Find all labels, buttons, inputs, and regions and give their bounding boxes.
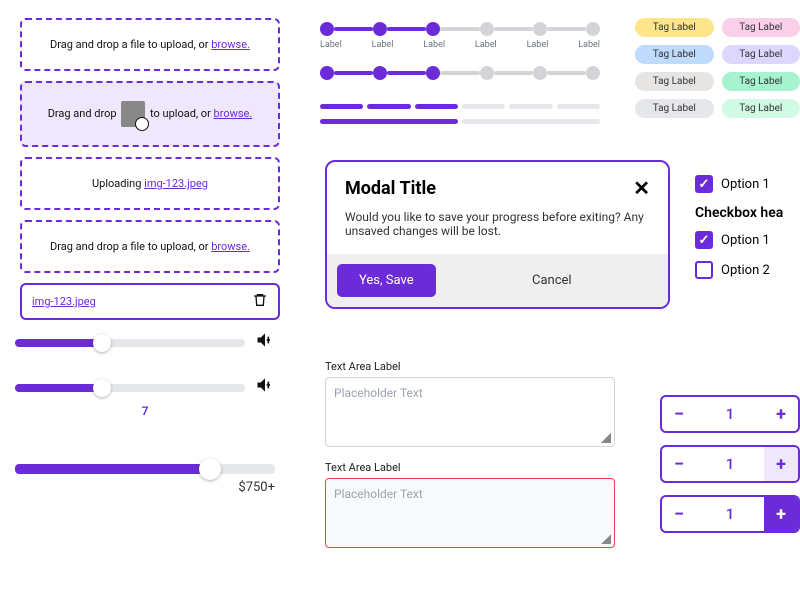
tag-yellow[interactable]: Tag Label (635, 18, 714, 37)
file-name[interactable]: img-123.jpeg (32, 295, 96, 308)
number-stepper-3: − 1 + (660, 495, 800, 533)
stepper-value: 1 (696, 405, 764, 423)
dropzone-uploading: Uploading img-123.jpeg (20, 157, 280, 210)
textarea-label-2: Text Area Label (325, 461, 615, 474)
volume-icon[interactable] (255, 375, 275, 400)
checkbox-icon (695, 231, 713, 249)
checkbox-option-2[interactable]: Option 2 (695, 261, 800, 279)
tag-purple[interactable]: Tag Label (722, 45, 800, 64)
dropzone-hover[interactable]: Drag and drop to upload, or browse. (20, 81, 280, 147)
number-stepper-1: − 1 + (660, 395, 800, 433)
tag-pink[interactable]: Tag Label (722, 18, 800, 37)
uploading-text: Uploading (92, 177, 144, 190)
uploaded-file-row: img-123.jpeg (20, 283, 280, 320)
segmented-progress (320, 104, 600, 109)
modal-dialog: Modal Title ✕ Would you like to save you… (325, 160, 670, 309)
close-icon[interactable]: ✕ (633, 176, 650, 200)
dropzone-default[interactable]: Drag and drop a file to upload, or brows… (20, 18, 280, 71)
slider-value-label: 7 (15, 404, 275, 418)
tag-mint[interactable]: Tag Label (722, 99, 800, 118)
plus-button[interactable]: + (764, 397, 798, 431)
textarea-error[interactable]: Placeholder Text (325, 478, 615, 548)
browse-link[interactable]: browse. (211, 38, 250, 51)
file-icon (121, 101, 145, 127)
checkbox-heading: Checkbox hea (695, 205, 800, 221)
save-button[interactable]: Yes, Save (337, 264, 436, 297)
volume-icon[interactable] (255, 330, 275, 355)
modal-body: Would you like to save your progress bef… (327, 206, 668, 254)
plus-button[interactable]: + (764, 447, 798, 481)
segmented-progress-2 (320, 119, 600, 124)
browse-link[interactable]: browse. (211, 240, 250, 253)
price-slider[interactable] (15, 464, 275, 474)
price-label: $750+ (15, 480, 275, 495)
checkbox-icon (695, 175, 713, 193)
minus-button[interactable]: − (662, 447, 696, 481)
tag-blue[interactable]: Tag Label (635, 45, 714, 64)
dropzone-default-2[interactable]: Drag and drop a file to upload, or brows… (20, 220, 280, 273)
tag-gray[interactable]: Tag Label (635, 99, 714, 118)
step-progress-1[interactable] (320, 22, 600, 36)
step-progress-2[interactable] (320, 66, 600, 80)
tag-teal[interactable]: Tag Label (722, 72, 800, 91)
checkbox-option-1b[interactable]: Option 1 (695, 231, 800, 249)
dropzone-text: Drag and drop (48, 107, 120, 120)
trash-icon[interactable] (252, 292, 268, 311)
plus-button[interactable]: + (764, 497, 798, 531)
minus-button[interactable]: − (662, 397, 696, 431)
browse-link[interactable]: browse. (214, 107, 253, 120)
modal-title: Modal Title (345, 178, 436, 199)
textarea-default[interactable]: Placeholder Text (325, 377, 615, 447)
step-labels: LabelLabelLabelLabelLabelLabel (320, 40, 600, 50)
volume-slider-1[interactable] (15, 339, 245, 347)
cancel-button[interactable]: Cancel (446, 264, 658, 297)
minus-button[interactable]: − (662, 497, 696, 531)
number-stepper-2: − 1 + (660, 445, 800, 483)
textarea-label: Text Area Label (325, 360, 615, 373)
stepper-value: 1 (696, 455, 764, 473)
tag-tan[interactable]: Tag Label (635, 72, 714, 91)
uploading-filename[interactable]: img-123.jpeg (144, 177, 208, 190)
volume-slider-2[interactable] (15, 384, 245, 392)
dropzone-text: to upload, or (147, 107, 213, 120)
stepper-value: 1 (696, 505, 764, 523)
dropzone-text: Drag and drop a file to upload, or (50, 38, 211, 51)
checkbox-icon (695, 261, 713, 279)
dropzone-text: Drag and drop a file to upload, or (50, 240, 211, 253)
checkbox-option-1[interactable]: Option 1 (695, 175, 800, 193)
